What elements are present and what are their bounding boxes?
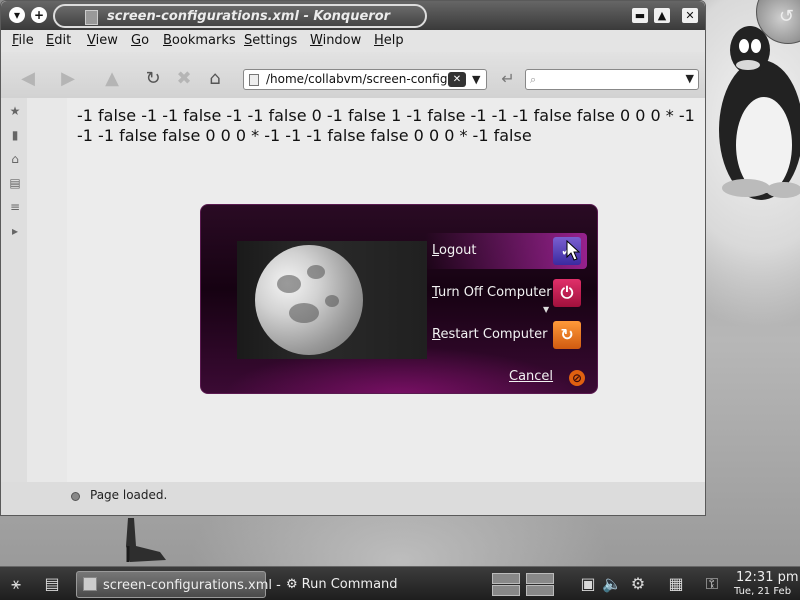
cancel-icon[interactable]: ⊘ [569,370,585,386]
turn-off-label: Turn Off Computer [432,285,552,300]
status-led-icon [71,492,80,501]
title-pill: screen-configurations.xml - Konqueror [53,4,427,28]
title-bar[interactable]: ▾ + screen-configurations.xml - Konquero… [1,1,705,30]
volume-icon[interactable]: 🔈 [600,573,624,595]
back-icon[interactable]: ◀ [17,68,39,90]
power-icon: ⏻ [553,279,581,307]
menu-view[interactable]: View [87,33,118,48]
menu-help[interactable]: Help [374,33,404,48]
reload-icon[interactable]: ↻ [142,68,164,90]
up-icon[interactable]: ▲ [101,68,123,90]
cancel-button[interactable]: Cancel [509,369,553,384]
search-icon: ⌕ [530,73,537,86]
taskbar: ⚹ ▤ screen-configurations.xml - ⚙ Run Com… [0,566,800,600]
moon-image [237,241,427,359]
logout-dialog: Logout ✓ Turn Off Computer ▼ ⏻ Restart C… [200,204,598,394]
page-content-text: -1 false -1 -1 false -1 -1 false 0 -1 fa… [77,106,695,145]
restart-computer-button[interactable]: Restart Computer ↻ [425,317,587,353]
stop-icon[interactable]: ✖ [173,68,195,90]
search-bar[interactable]: ⌕ ▼ [525,69,699,90]
pager-desktop-4[interactable] [526,585,554,596]
close-button[interactable]: ✕ [682,8,698,23]
dropdown-arrow-icon[interactable]: ▼ [543,305,549,314]
kde-menu-icon[interactable]: ⚹ [4,573,28,595]
logout-label: Logout [432,243,477,258]
moon-icon [255,245,363,355]
menu-window[interactable]: Window [310,33,361,48]
menu-edit[interactable]: Edit [46,33,71,48]
status-bar: Page loaded. [1,482,705,515]
clear-location-icon[interactable]: ✕ [448,72,466,87]
file-icon [249,74,259,86]
devices-icon[interactable]: ▮ [8,128,22,142]
status-text: Page loaded. [90,488,168,502]
clock-date[interactable]: Tue, 21 Feb [734,586,791,597]
restart-label: Restart Computer [432,327,548,342]
main-toolbar: ◀ ▶ ▲ ↻ ✖ ⌂ /home/collabvm/screen-config… [1,52,705,98]
menu-bookmarks[interactable]: Bookmarks [163,33,236,48]
location-bar[interactable]: /home/collabvm/screen-config ✕ ▼ [243,69,487,90]
window-title: screen-configurations.xml - Konqueror [107,9,391,24]
restart-icon: ↻ [553,321,581,349]
keep-above-icon[interactable]: + [31,7,47,23]
history-icon[interactable]: ▤ [8,176,22,190]
pager-desktop-1[interactable] [492,573,520,584]
chevron-down-icon[interactable]: ▼ [472,70,480,89]
window-menu-icon[interactable]: ▾ [9,7,25,23]
menu-settings[interactable]: Settings [244,33,297,48]
removable-device-icon[interactable]: ⚿ [700,573,724,595]
forward-icon[interactable]: ▶ [57,68,79,90]
logout-button[interactable]: Logout ✓ [425,233,587,269]
settings-icon[interactable]: ⚙ [626,573,650,595]
menu-bar: File Edit View Go Bookmarks Settings Win… [1,30,705,52]
sidebar: ★ ▮ ⌂ ▤ ≡ ▸ [1,98,27,482]
pager-desktop-2[interactable] [526,573,554,584]
bookmarks-icon[interactable]: ★ [8,104,22,118]
menu-file[interactable]: File [12,33,34,48]
gear-icon: ⚙ [286,577,298,592]
root-folder-icon[interactable]: ▸ [8,224,22,238]
show-desktop-icon[interactable]: ▤ [40,573,64,595]
chevron-down-icon[interactable]: ▼ [686,72,694,85]
clipboard-icon[interactable]: ▣ [576,573,600,595]
document-icon [83,577,97,591]
network-icon[interactable]: ≡ [8,200,22,214]
network-monitor-icon[interactable]: ▦ [664,573,688,595]
home-icon[interactable]: ⌂ [204,68,226,90]
go-icon[interactable]: ↵ [499,68,517,90]
document-icon [85,10,98,25]
shoe-wallpaper [126,518,166,562]
rotate-arrow-icon: ↺ [778,6,794,27]
desktop-pager[interactable] [492,571,564,598]
turn-off-computer-button[interactable]: Turn Off Computer ▼ ⏻ [425,275,587,314]
home-folder-icon[interactable]: ⌂ [8,152,22,166]
minimize-button[interactable]: ▬ [632,8,648,23]
sidebar-panel [27,98,67,482]
url-input[interactable]: /home/collabvm/screen-config [266,70,447,89]
mouse-cursor-icon [566,240,580,261]
pager-desktop-3[interactable] [492,585,520,596]
task-run-command[interactable]: ⚙ Run Command [282,571,432,598]
maximize-button[interactable]: ▲ [654,8,670,23]
task-konqueror[interactable]: screen-configurations.xml - [76,571,281,598]
clock-time[interactable]: 12:31 pm [736,570,799,585]
menu-go[interactable]: Go [131,33,149,48]
